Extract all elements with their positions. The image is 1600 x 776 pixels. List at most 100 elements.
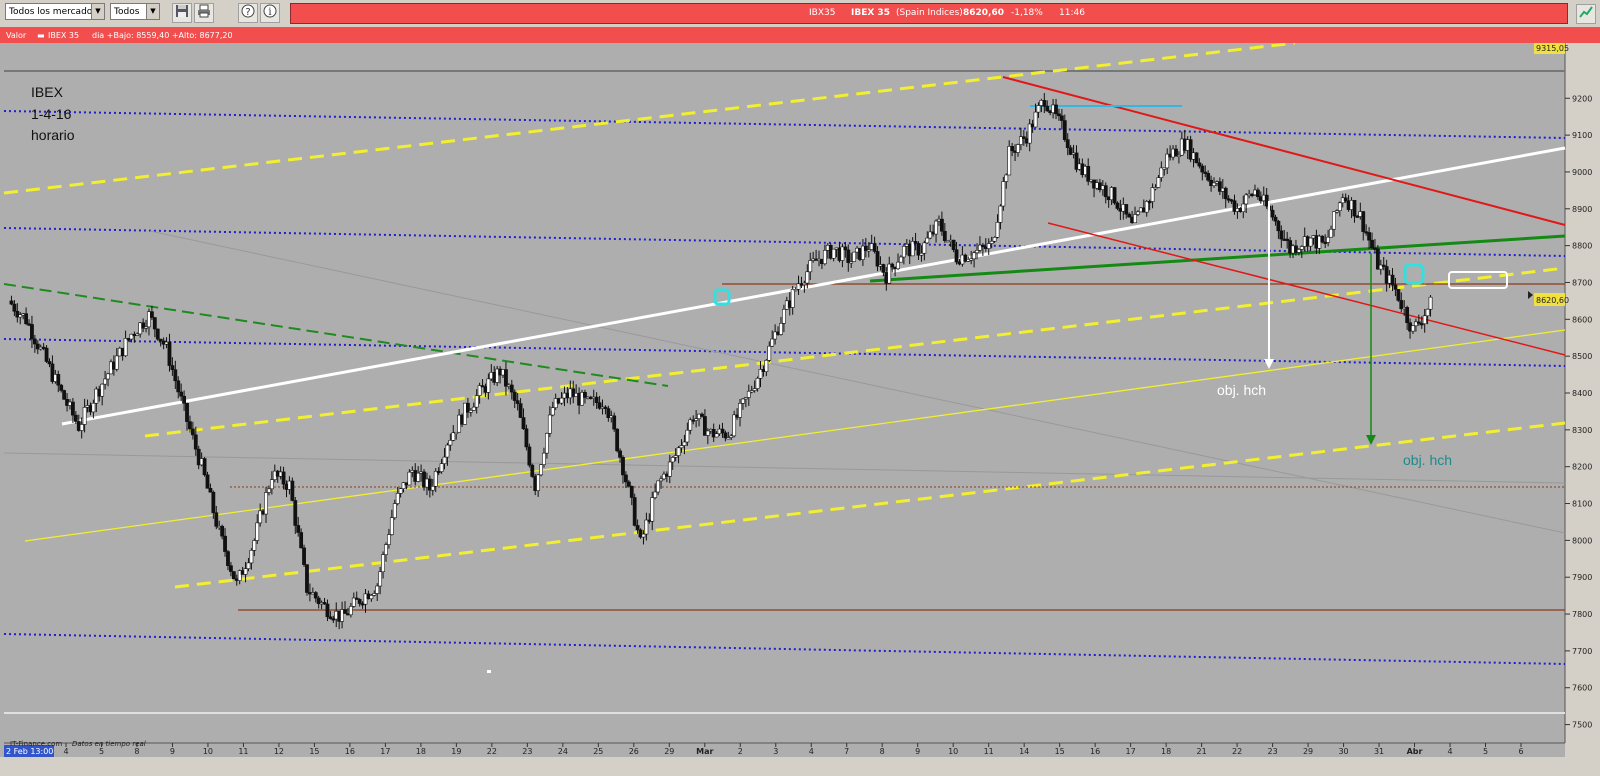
x-tick-label: 5 [99,747,104,756]
x-tick-label: 11 [238,747,248,756]
quote-time: 11:46 [1059,8,1085,18]
candle-body [934,220,938,235]
candle-body [594,396,599,403]
candle-body [922,242,927,254]
y-tick-label: 8400 [1572,389,1592,398]
chart-settings-button[interactable] [1576,4,1596,24]
candle-body [305,564,309,593]
x-tick-label: 12 [274,747,284,756]
x-tick-label: 4 [1447,747,1452,756]
toolbar: Todos los mercados ▼ Todos ▼ ? i IBX35 I… [0,0,1600,28]
candle-body [1352,200,1357,217]
candle-body [1337,202,1342,211]
x-tick-label: 18 [416,747,426,756]
chart-icon [1579,6,1593,18]
candle-body [635,525,640,531]
candle-body [530,464,535,477]
candle-body [504,369,508,387]
candle-body [1244,194,1249,205]
candle-body [281,471,286,485]
candle-body [972,252,976,260]
help-button[interactable]: ? [238,3,258,23]
candle-body [951,239,956,250]
candle-body [518,403,523,418]
x-tick-label: 26 [629,747,639,756]
candle-body [524,428,529,448]
candle-body [913,241,918,244]
candle-body [375,585,380,594]
candle-body [1361,211,1366,232]
candle-body [30,324,34,340]
candle-body [986,243,991,249]
candle-body [100,383,105,397]
white-dot [487,670,491,673]
candle-body [1422,315,1427,325]
candle-body [521,417,526,430]
save-button[interactable] [172,3,192,23]
print-button[interactable] [194,3,214,23]
y-tick-label: 8300 [1572,426,1592,435]
candle-body [1133,214,1137,224]
candle-body [1370,239,1374,249]
candle-body [515,400,520,404]
chevron-down-icon[interactable]: ▼ [91,4,104,19]
x-tick-label: 31 [1374,747,1384,756]
candle-body [536,474,541,491]
candle-body [1270,209,1275,218]
candle-body [685,429,690,443]
candle-body [1045,105,1050,112]
candle-body [1010,146,1015,152]
market-select[interactable]: Todos los mercados ▼ [5,3,105,20]
candle-body [1197,162,1202,167]
candle-body [389,517,394,535]
provider-label: IT-Finance.com [10,740,63,748]
candle-body [1273,216,1278,222]
info-button[interactable]: i [260,3,280,23]
x-tick-label: 2 [738,747,743,756]
candle-body [872,243,877,252]
y-tick-label: 8700 [1572,278,1592,287]
svg-text:?: ? [245,7,250,18]
candle-body [1206,173,1211,181]
candle-body [618,450,622,458]
x-tick-label: 9 [170,747,175,756]
candle-body [890,263,895,268]
candle-body [641,533,646,538]
candle-body [348,606,353,616]
candle-body [624,474,628,483]
x-tick-label: 17 [1126,747,1136,756]
candle-body [182,395,186,404]
x-start-label: 2 Feb 13:00 [6,747,53,756]
type-select[interactable]: Todos ▼ [110,3,160,20]
y-tick-label: 9200 [1572,94,1592,103]
candle-body [357,599,362,604]
candle-body [764,360,769,372]
candle-body [942,230,947,241]
candle-body [1156,177,1161,188]
candle-body [486,378,491,393]
candle-body [211,491,216,514]
x-tick-label: 4 [63,747,68,756]
quote-price: 8620,60 [963,8,1004,18]
candle-body [202,458,207,476]
chevron-down-icon[interactable]: ▼ [146,4,159,19]
y-tick-label: 8100 [1572,500,1592,509]
candle-body [471,406,476,411]
candle-body [416,472,421,482]
candle-body [269,479,274,490]
candle-body [741,398,745,404]
price-chart[interactable]: IBEX 1-4-16 horario obj. hch obj. hch 75… [0,43,1600,757]
x-tick-label: 8 [134,747,139,756]
candle-body [1329,228,1333,238]
candle-body [1367,232,1371,241]
candle-body [407,471,412,486]
x-tick-label: 6 [1518,747,1523,756]
candle-body [779,323,783,335]
candle-body [954,249,959,263]
candle-body [243,568,248,575]
candle-body [720,428,725,434]
candle-body [442,456,447,464]
candle-body [656,480,660,493]
y-tick-label: 9000 [1572,168,1592,177]
x-tick-label: 3 [773,747,778,756]
